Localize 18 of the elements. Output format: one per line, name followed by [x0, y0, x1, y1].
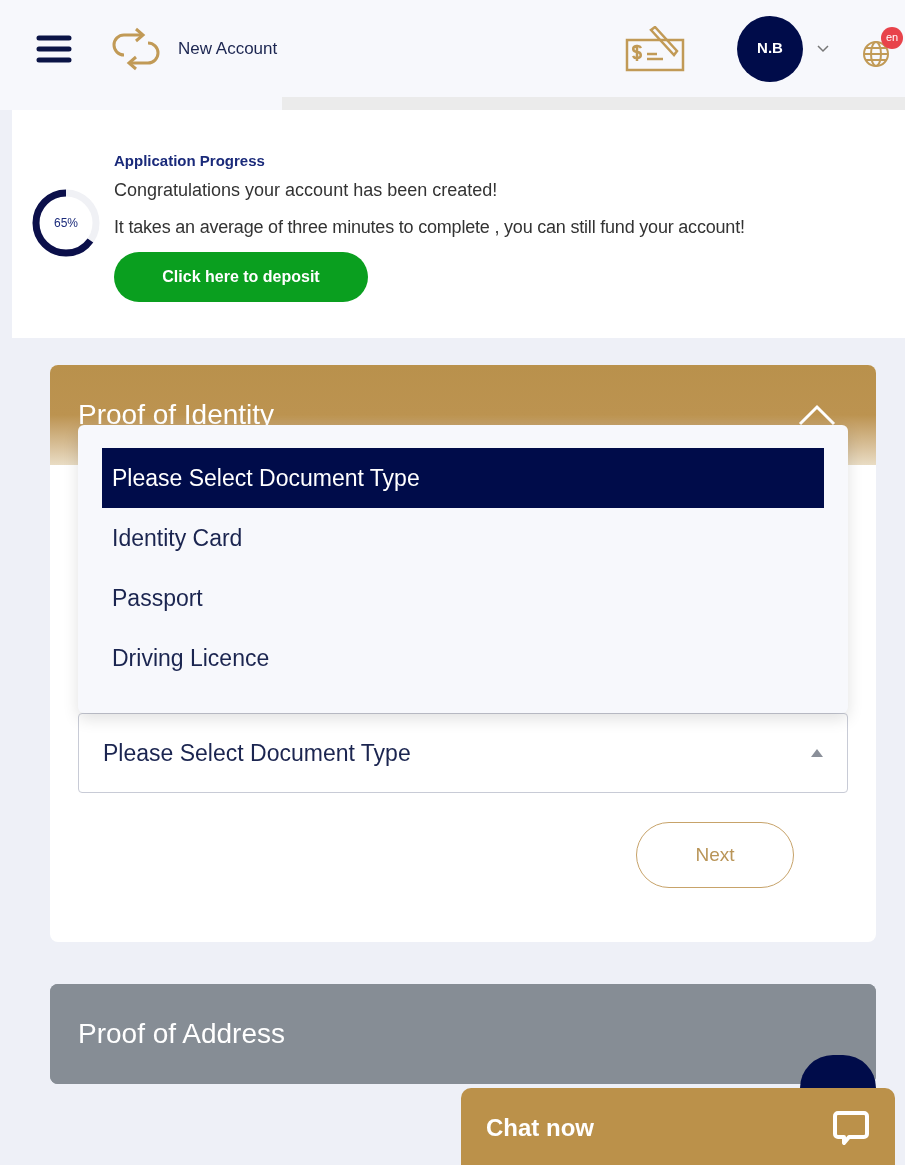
caret-up-icon: [811, 749, 823, 757]
progress-title: Application Progress: [114, 151, 266, 171]
dropdown-option[interactable]: Please Select Document Type: [102, 448, 824, 508]
chat-icon: [832, 1110, 870, 1146]
progress-message: Congratulations your account has been created!: [114, 178, 499, 202]
dropdown-option[interactable]: Driving Licence: [102, 628, 824, 688]
deposit-button[interactable]: Click here to deposit: [114, 251, 368, 302]
dropdown-option[interactable]: Passport: [102, 568, 824, 628]
progress-percent: 65%: [54, 216, 78, 230]
menu-icon[interactable]: [36, 33, 72, 64]
progress-note: It takes an average of three minutes to complete , you can still fund your account!: [114, 215, 745, 239]
dropdown-option[interactable]: Identity Card: [102, 508, 824, 568]
chevron-down-icon[interactable]: [817, 44, 829, 53]
document-type-select[interactable]: Please Select Document Type: [78, 713, 848, 793]
user-avatar[interactable]: N.B: [737, 15, 803, 82]
language-badge: en: [881, 26, 903, 49]
page-title: New Account: [178, 37, 278, 60]
cheque-pen-icon[interactable]: [625, 25, 685, 72]
